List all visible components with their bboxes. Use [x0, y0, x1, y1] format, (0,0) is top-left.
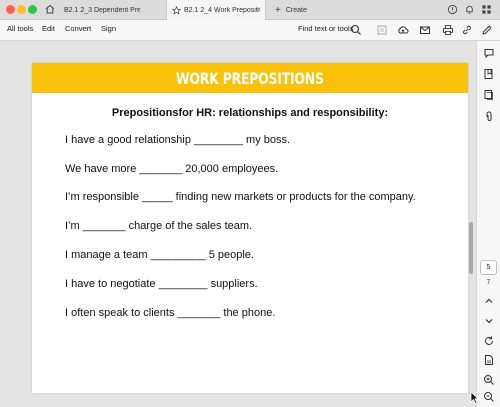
chevron-down-icon[interactable] — [483, 315, 495, 327]
exercise-sentence: I’m _______ charge of the sales team. — [65, 220, 253, 232]
search-icon[interactable] — [350, 24, 362, 36]
menu-all-tools[interactable]: All tools — [7, 24, 33, 33]
print-icon[interactable] — [442, 24, 454, 36]
refresh-icon[interactable] — [483, 335, 495, 347]
comment-icon[interactable] — [483, 47, 495, 59]
pdf-page: WORK PREPOSITIONS Prepositionsfor HR: re… — [32, 63, 468, 393]
minimize-window-button[interactable] — [17, 5, 26, 14]
create-label: Create — [285, 6, 307, 14]
toolbar: All tools Edit Convert Sign Find text or… — [0, 20, 500, 41]
mouse-cursor-icon — [470, 391, 479, 404]
total-pages: 7 — [486, 279, 491, 286]
exercise-sentence: We have more _______ 20,000 employees. — [65, 163, 279, 175]
link-icon[interactable] — [461, 24, 473, 36]
document-icon[interactable] — [483, 354, 495, 366]
bookmark-icon[interactable] — [483, 68, 495, 80]
create-button[interactable]: + Create — [275, 0, 307, 20]
help-icon[interactable] — [447, 4, 458, 15]
document-viewer[interactable]: WORK PREPOSITIONS Prepositionsfor HR: re… — [0, 41, 476, 407]
tab-work-prepositions[interactable]: B2.1 2_4 Work Preposit... × — [166, 0, 266, 20]
zoom-in-icon[interactable] — [483, 374, 495, 386]
banner-title: WORK PREPOSITIONS — [176, 68, 324, 88]
home-icon[interactable] — [44, 3, 56, 15]
close-window-button[interactable] — [6, 5, 15, 14]
find-text-or-tools[interactable]: Find text or tools — [298, 24, 353, 33]
tab-label: B2.1 2_4 Work Preposit... — [184, 6, 260, 14]
exercise-sentence: I’m responsible _____ finding new market… — [65, 191, 416, 203]
pages-icon[interactable] — [483, 89, 495, 101]
title-banner: WORK PREPOSITIONS — [32, 63, 468, 93]
print-preview-icon[interactable] — [376, 24, 388, 36]
zoom-out-icon[interactable] — [483, 391, 495, 403]
menu-edit[interactable]: Edit — [42, 24, 55, 33]
right-sidebar: 5 7 — [476, 41, 500, 407]
menu-convert[interactable]: Convert — [65, 24, 91, 33]
vertical-scrollbar[interactable] — [469, 222, 473, 274]
attachment-icon[interactable] — [483, 111, 495, 123]
tab-label: B2.1 2_3 Dependent Prepositio... — [64, 6, 140, 14]
exercise-sentence: I often speak to clients _______ the pho… — [65, 307, 276, 319]
email-icon[interactable] — [419, 24, 431, 36]
star-icon[interactable] — [172, 5, 181, 15]
bell-icon[interactable] — [464, 4, 475, 15]
exercise-subtitle: Prepositionsfor HR: relationships and re… — [111, 107, 389, 119]
tab-close-button[interactable]: × — [256, 5, 261, 14]
cloud-upload-icon[interactable] — [397, 24, 409, 36]
exercise-sentence: I have to negotiate ________ suppliers. — [65, 278, 258, 290]
plus-icon: + — [275, 4, 281, 16]
tab-dependent-prepositions[interactable]: B2.1 2_3 Dependent Prepositio... — [62, 0, 163, 20]
menu-sign[interactable]: Sign — [101, 24, 116, 33]
chevron-up-icon[interactable] — [483, 295, 495, 307]
exercise-sentence: I manage a team _________ 5 people. — [65, 249, 254, 261]
current-page-input[interactable]: 5 — [480, 260, 497, 275]
apps-grid-icon[interactable] — [481, 4, 492, 15]
title-bar: B2.1 2_3 Dependent Prepositio... B2.1 2_… — [0, 0, 500, 20]
zoom-window-button[interactable] — [28, 5, 37, 14]
edit-pen-icon[interactable] — [481, 24, 493, 36]
exercise-sentence: I have a good relationship ________ my b… — [65, 134, 291, 146]
